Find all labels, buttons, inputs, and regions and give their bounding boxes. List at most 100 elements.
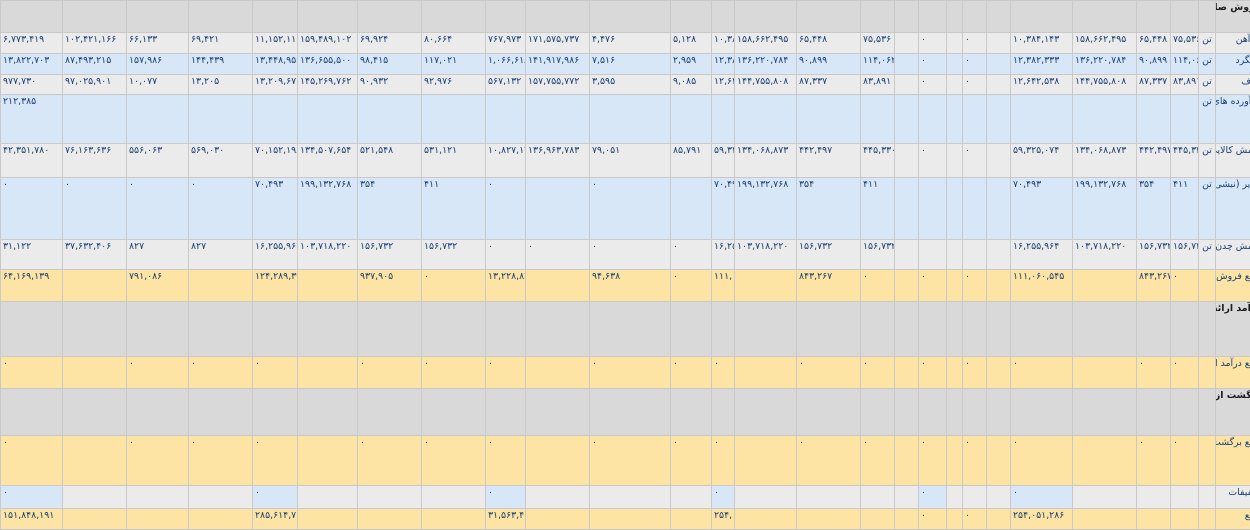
value-cell: ۰ bbox=[485, 355, 526, 389]
value-cell: ۰ bbox=[1010, 434, 1073, 487]
value-cell bbox=[0, 387, 63, 436]
value-cell: ۰ bbox=[962, 507, 987, 530]
value-cell bbox=[62, 434, 127, 487]
value-cell: ۱۴۱,۹۱۷,۹۸۶ bbox=[525, 53, 590, 75]
value-cell bbox=[946, 301, 963, 357]
value-cell: ۰ bbox=[918, 53, 947, 75]
value-cell: ۱۵۱,۸۴۸,۱۹۱ bbox=[0, 507, 63, 530]
row-label: جمع bbox=[1215, 507, 1250, 530]
value-cell bbox=[357, 93, 422, 145]
value-cell: ۱۶,۲۵۵,۹۶۴ bbox=[1010, 239, 1073, 271]
value-cell bbox=[1170, 387, 1199, 436]
value-cell: ۰ bbox=[962, 434, 987, 487]
value-cell bbox=[962, 387, 987, 436]
value-cell bbox=[986, 485, 1011, 509]
row-label: جمع درآمد ارائه خدمات bbox=[1215, 355, 1250, 389]
row-label: جمع برگشت از فروش bbox=[1215, 434, 1250, 487]
value-cell: ۱۵۶,۷۳۲ bbox=[421, 239, 486, 271]
row-label: فرآورده های جانبی bbox=[1215, 93, 1250, 145]
value-cell bbox=[1072, 507, 1137, 530]
value-cell: ۰ bbox=[252, 485, 298, 509]
value-cell bbox=[986, 0, 1011, 34]
value-cell bbox=[126, 0, 189, 34]
value-cell: ۸۵,۷۹۱ bbox=[670, 143, 712, 179]
value-cell: ۱۳,۲۲۸,۸۴۷ bbox=[485, 269, 526, 303]
unit-cell bbox=[1198, 355, 1216, 389]
section-header-row: فروش صادراتی: bbox=[0, 0, 1250, 34]
value-cell: ۰ bbox=[670, 355, 712, 389]
value-cell bbox=[734, 387, 797, 436]
value-cell bbox=[860, 507, 895, 530]
value-cell: ۰ bbox=[711, 485, 735, 509]
sales-table: فروش صادراتی:تیرآهنتن۷۵,۵۳۶۶۵,۴۴۸۱۵۸,۶۶۲… bbox=[0, 0, 1250, 530]
value-cell bbox=[796, 0, 861, 34]
value-cell: ۵,۱۲۸ bbox=[670, 32, 712, 55]
value-cell bbox=[297, 485, 358, 509]
value-cell: ۷۵,۵۳۶ bbox=[1170, 32, 1199, 55]
value-cell bbox=[670, 387, 712, 436]
value-cell: ۷۰,۴۹۳ bbox=[1010, 177, 1073, 241]
value-cell: ۱۰,۰۷۷ bbox=[126, 73, 189, 96]
unit-cell bbox=[1198, 269, 1216, 303]
unit-cell bbox=[1198, 485, 1216, 509]
value-cell bbox=[894, 53, 919, 75]
value-cell: ۰ bbox=[1010, 355, 1073, 389]
value-cell: ۵۲۱,۵۴۸ bbox=[357, 143, 422, 179]
value-cell: ۹۰,۹۳۲ bbox=[357, 73, 422, 96]
value-cell bbox=[1136, 507, 1171, 530]
value-cell bbox=[962, 485, 987, 509]
value-cell bbox=[589, 387, 671, 436]
value-cell: ۰ bbox=[589, 177, 671, 241]
value-cell: ۷۵,۵۳۶ bbox=[860, 32, 895, 55]
value-cell bbox=[188, 269, 253, 303]
value-cell bbox=[946, 434, 963, 487]
value-cell: ۴۴۲,۴۹۷ bbox=[1136, 143, 1171, 179]
value-cell bbox=[894, 239, 919, 271]
value-cell bbox=[918, 0, 947, 34]
value-cell bbox=[126, 507, 189, 530]
value-cell bbox=[297, 93, 358, 145]
value-cell bbox=[986, 177, 1011, 241]
value-cell: ۰ bbox=[962, 53, 987, 75]
value-cell bbox=[946, 73, 963, 96]
value-cell: ۱۲,۳۸۲,۳۳۳ bbox=[1010, 53, 1073, 75]
value-cell bbox=[986, 301, 1011, 357]
value-cell: ۵۹,۳۲۵,۰۷۴ bbox=[1010, 143, 1073, 179]
value-cell bbox=[188, 0, 253, 34]
value-cell bbox=[894, 177, 919, 241]
value-cell: ۱۱۴,۰۶۲ bbox=[860, 53, 895, 75]
value-cell: ۰ bbox=[1170, 355, 1199, 389]
value-cell: ۰ bbox=[860, 269, 895, 303]
value-cell bbox=[525, 507, 590, 530]
value-cell: ۹۰,۸۹۹ bbox=[796, 53, 861, 75]
table-row: جمع درآمد ارائه خدمات۰۰۰۰۰۰۰۰۰۰۰۰۰۰۰۰۰ bbox=[0, 355, 1250, 389]
value-cell bbox=[62, 0, 127, 34]
value-cell bbox=[485, 93, 526, 145]
value-cell bbox=[894, 507, 919, 530]
value-cell: ۷۰,۱۵۲,۱۹۸ bbox=[252, 143, 298, 179]
value-cell bbox=[1072, 485, 1137, 509]
value-cell bbox=[986, 269, 1011, 303]
value-cell bbox=[946, 387, 963, 436]
value-cell: ۰ bbox=[525, 239, 590, 271]
value-cell: ۱۹۹,۱۳۲,۷۶۸ bbox=[297, 177, 358, 241]
unit-cell bbox=[1198, 387, 1216, 436]
value-cell: ۴,۴۷۶ bbox=[589, 32, 671, 55]
value-cell bbox=[589, 485, 671, 509]
table-row: تیرآهنتن۷۵,۵۳۶۶۵,۴۴۸۱۵۸,۶۶۲,۴۹۵۱۰,۳۸۴,۱۴… bbox=[0, 32, 1250, 55]
value-cell bbox=[421, 387, 486, 436]
value-cell bbox=[946, 355, 963, 389]
value-cell bbox=[711, 93, 735, 145]
value-cell: ۳,۵۹۵ bbox=[589, 73, 671, 96]
value-cell: ۰ bbox=[918, 143, 947, 179]
value-cell bbox=[589, 0, 671, 34]
value-cell: ۹۲,۹۷۶ bbox=[421, 73, 486, 96]
unit-cell bbox=[1198, 434, 1216, 487]
value-cell: ۳۵۴ bbox=[357, 177, 422, 241]
value-cell bbox=[1072, 387, 1137, 436]
value-cell bbox=[860, 301, 895, 357]
value-cell: ۰ bbox=[962, 143, 987, 179]
value-cell bbox=[894, 485, 919, 509]
value-cell: ۵۵۶,۰۶۳ bbox=[126, 143, 189, 179]
table-row: کلافتن۸۳,۸۹۱۸۷,۳۳۷۱۴۴,۷۵۵,۸۰۸۱۲,۶۴۲,۵۳۸۰… bbox=[0, 73, 1250, 96]
